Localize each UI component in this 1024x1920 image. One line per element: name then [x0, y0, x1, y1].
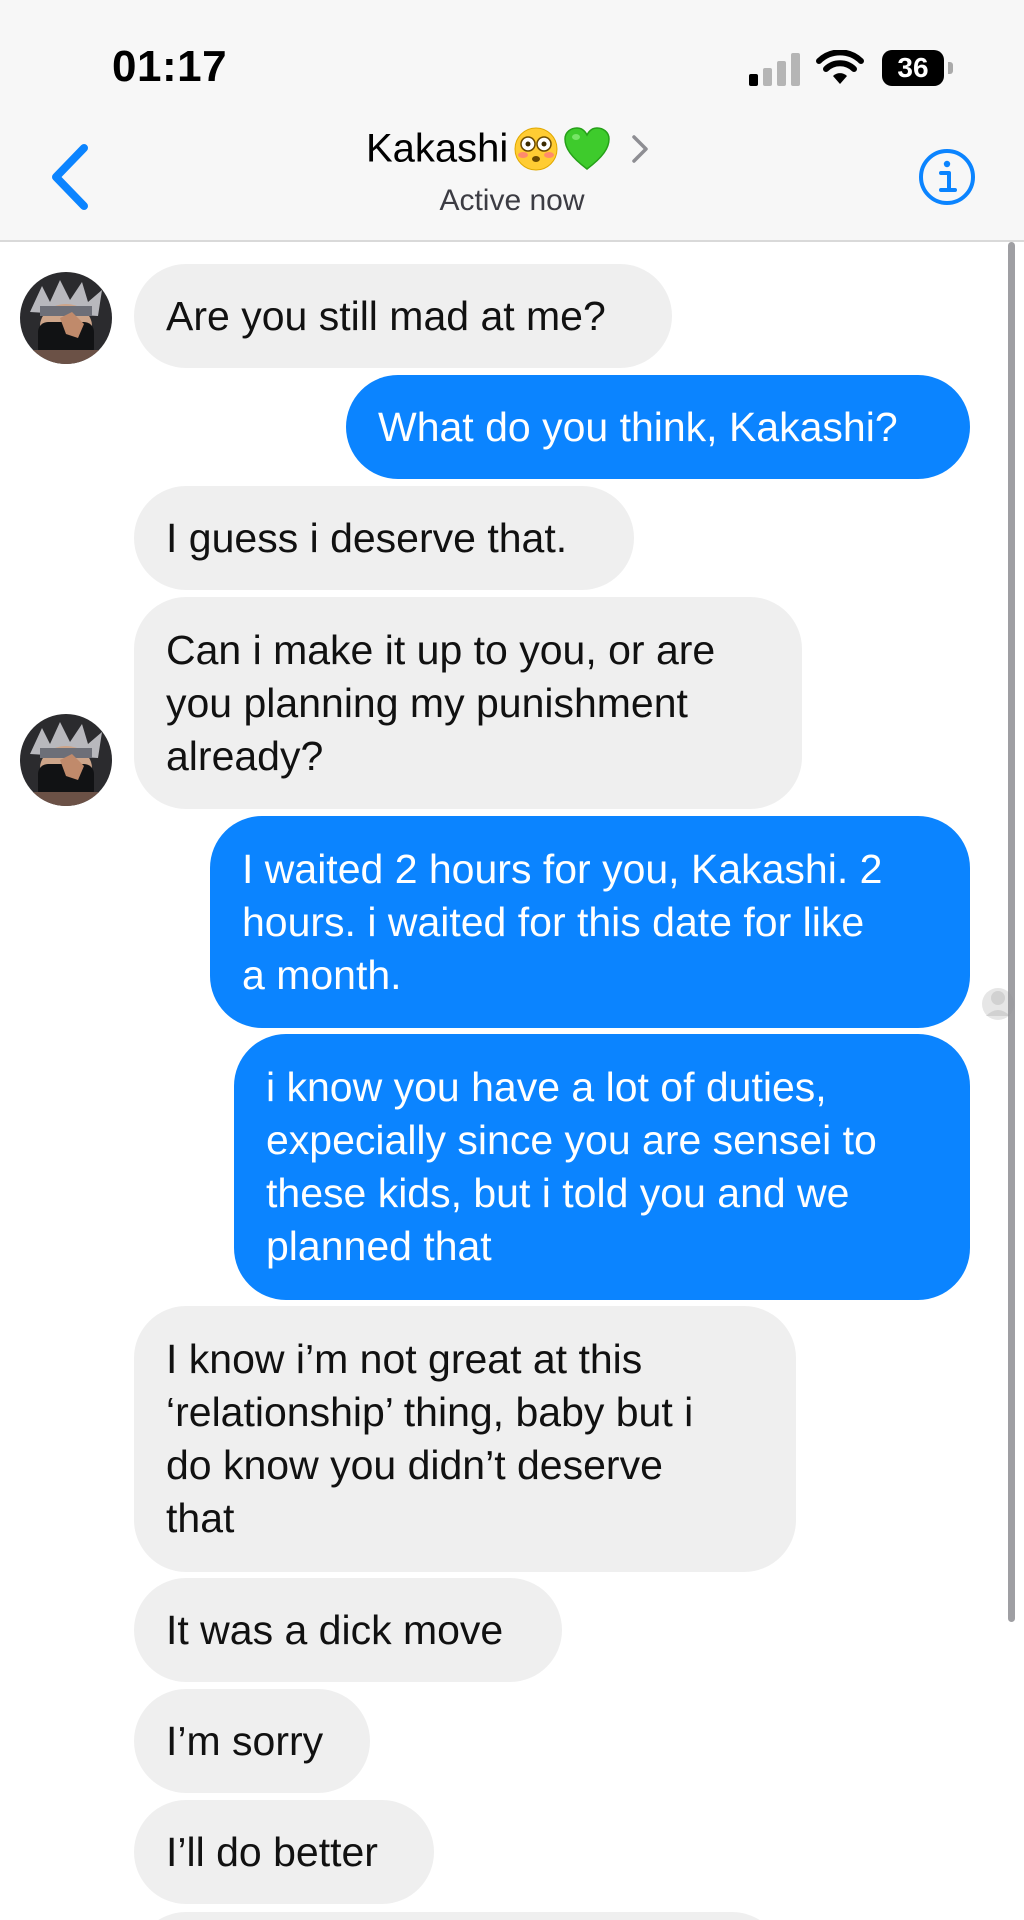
message-text: I’ll do better — [166, 1828, 378, 1875]
green-heart-emoji — [564, 127, 610, 170]
status-time: 01:17 — [112, 42, 228, 91]
contact-active-status: Active now — [439, 184, 585, 217]
message-bubble-incoming[interactable]: Can i make it up to you, or are you plan… — [134, 597, 802, 809]
info-circle-icon — [919, 149, 975, 205]
status-bar: 01:17 36 — [0, 0, 1024, 120]
message-list[interactable]: Are you still mad at me? What do you thi… — [0, 242, 1024, 1920]
contact-title-button[interactable]: Kakashi — [366, 126, 650, 186]
message-text: Are you still mad at me? — [166, 292, 606, 339]
message-text: What do you think, Kakashi? — [378, 403, 898, 450]
scrollbar[interactable] — [1008, 242, 1015, 1622]
message-bubble-outgoing[interactable]: I waited 2 hours for you, Kakashi. 2 hou… — [210, 816, 970, 1028]
message-bubble-incoming[interactable]: Are you still mad at me? — [134, 264, 672, 368]
message-text: Can i make it up to you, or are you plan… — [166, 626, 716, 779]
message-text: I’m sorry — [166, 1717, 324, 1764]
message-text: I guess i deserve that. — [166, 514, 568, 561]
message-bubble-outgoing[interactable]: i know you have a lot of duties, expecia… — [234, 1034, 970, 1300]
message-bubble-incoming[interactable]: I’m sorry — [134, 1689, 370, 1793]
wifi-icon — [816, 50, 864, 84]
message-text: I waited 2 hours for you, Kakashi. 2 hou… — [242, 845, 883, 998]
info-button[interactable] — [918, 148, 976, 206]
flushed-face-emoji — [514, 127, 558, 171]
cellular-signal-icon — [749, 52, 801, 86]
contact-name: Kakashi — [366, 126, 509, 171]
messenger-chat-screen: 01:17 36 Kakashi Active now Are you stil… — [0, 0, 1024, 1920]
message-bubble-incoming[interactable]: I know i’m not great at this ‘relationsh… — [134, 1306, 796, 1572]
message-bubble-outgoing[interactable]: What do you think, Kakashi? — [346, 375, 970, 479]
battery-indicator: 36 — [882, 50, 944, 86]
message-text: I know i’m not great at this ‘relationsh… — [166, 1336, 694, 1541]
battery-cap — [948, 62, 953, 74]
message-bubble-incoming-partial[interactable] — [134, 1912, 784, 1920]
message-bubble-incoming[interactable]: It was a dick move — [134, 1578, 562, 1682]
message-bubble-incoming[interactable]: I guess i deserve that. — [134, 486, 634, 590]
contact-avatar[interactable] — [20, 272, 112, 364]
message-bubble-incoming[interactable]: I’ll do better — [134, 1800, 434, 1904]
contact-avatar[interactable] — [20, 714, 112, 806]
chevron-right-icon — [631, 135, 648, 163]
message-text: It was a dick move — [166, 1606, 504, 1653]
chat-header: Kakashi Active now — [0, 120, 1024, 242]
message-text: i know you have a lot of duties, expecia… — [266, 1064, 877, 1269]
